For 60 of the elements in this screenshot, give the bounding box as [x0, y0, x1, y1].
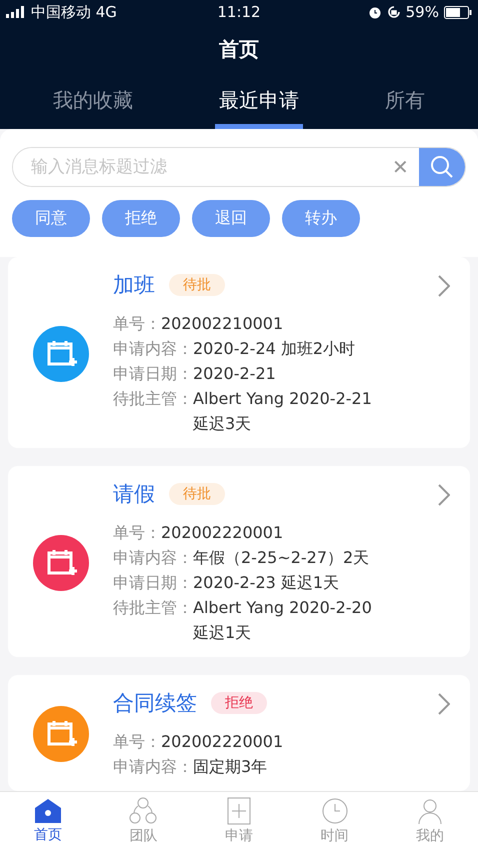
person-icon: [416, 797, 444, 825]
signal-icon: [6, 6, 26, 18]
battery-icon: [444, 6, 472, 18]
field-label: 申请内容：: [113, 756, 193, 778]
nav-tab[interactable]: 首页: [0, 792, 96, 850]
field-value: 2020-2-23 延迟1天: [193, 572, 340, 594]
field-value: Albert Yang 2020-2-21 延迟3天: [193, 388, 373, 435]
field-label: 申请日期：: [113, 363, 193, 385]
filter-chip[interactable]: 拒绝: [102, 200, 180, 237]
tab[interactable]: 我的收藏: [49, 81, 137, 129]
request-card[interactable]: 加班 待批 单号：202002210001 申请内容：2020-2-24 加班2小时 申请日期：2020-2-21 待批主管：Albert Yang 2020-2-21 延迟3天: [8, 257, 470, 448]
field-value: Albert Yang 2020-2-20 延迟1天: [193, 597, 373, 644]
status-badge: 拒绝: [211, 692, 267, 714]
field-label: 申请内容：: [113, 547, 193, 569]
request-card[interactable]: 合同续签 拒绝 单号：202002220001 申请内容：固定期3年: [8, 675, 470, 791]
field-value: 202002210001: [161, 313, 284, 335]
filter-chip[interactable]: 同意: [12, 200, 90, 237]
home-icon: [34, 798, 62, 824]
clock-icon: [320, 797, 349, 825]
request-title: 合同续签: [113, 690, 197, 717]
field-value: 202002220001: [161, 731, 284, 753]
nav-tab[interactable]: 团队: [96, 792, 192, 850]
field-label: 单号：: [113, 522, 161, 544]
nav-tab[interactable]: 申请: [191, 792, 287, 850]
field-value: 固定期3年: [193, 756, 268, 778]
status-badge: 待批: [169, 483, 225, 505]
chevron-right-icon: [438, 275, 450, 297]
alarm-icon: [368, 5, 382, 19]
field-label: 待批主管：: [113, 597, 193, 619]
request-title: 请假: [113, 481, 155, 508]
field-label: 待批主管：: [113, 388, 193, 410]
chevron-right-icon: [438, 693, 450, 715]
nav-tab[interactable]: 时间: [286, 792, 382, 850]
status-badge: 待批: [169, 274, 225, 296]
team-icon: [129, 797, 158, 825]
field-label: 单号：: [113, 731, 161, 753]
filter-chip[interactable]: 退回: [192, 200, 270, 237]
rotation-lock-icon: [386, 5, 401, 19]
carrier-text: 中国移动 4G: [31, 2, 117, 22]
battery-percent: 59%: [406, 3, 439, 21]
clear-button[interactable]: ✕: [382, 148, 419, 186]
search-icon: [430, 155, 454, 179]
field-label: 单号：: [113, 313, 161, 335]
search-bar[interactable]: 输入消息标题过滤 ✕: [12, 147, 466, 187]
search-button[interactable]: [419, 148, 465, 186]
field-value: 年假（2-25~2-27）2天: [193, 547, 370, 569]
field-label: 申请日期：: [113, 572, 193, 594]
field-value: 202002220001: [161, 522, 284, 544]
nav-tab[interactable]: 我的: [382, 792, 478, 850]
field-label: 申请内容：: [113, 338, 193, 360]
filter-chip[interactable]: 转办: [282, 200, 360, 237]
add-document-icon: [226, 797, 251, 825]
tab[interactable]: 所有: [381, 81, 429, 129]
request-title: 加班: [113, 272, 155, 299]
chevron-right-icon: [438, 484, 450, 506]
clock-time: 11:12: [217, 3, 261, 21]
field-value: 2020-2-21: [193, 363, 276, 385]
request-card[interactable]: 请假 待批 单号：202002220001 申请内容：年假（2-25~2-27）2天 申请日期：2020-2-23 延迟1天 待批主管：Albert Yang 2020-2-20 延迟1天: [8, 466, 470, 657]
field-value: 2020-2-24 加班2小时: [193, 338, 356, 360]
page-title: 首页: [219, 36, 259, 63]
